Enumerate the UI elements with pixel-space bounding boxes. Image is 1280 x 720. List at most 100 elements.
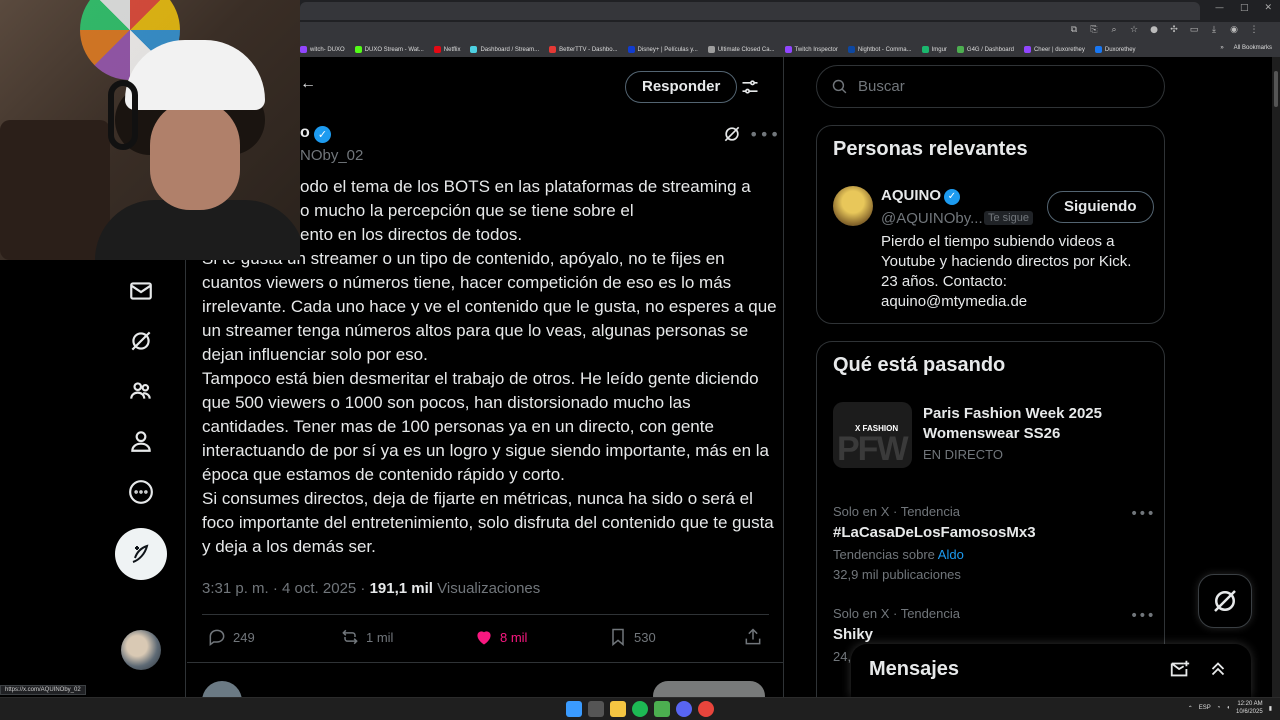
language-indicator[interactable]: ESP bbox=[1199, 705, 1211, 711]
bookmark-item[interactable]: Ultimate Closed Ca... bbox=[707, 46, 775, 53]
nav-communities[interactable] bbox=[118, 368, 164, 414]
file-explorer-icon[interactable] bbox=[610, 701, 626, 717]
download-icon[interactable]: ⤓ bbox=[1208, 25, 1220, 35]
bookmark-item[interactable]: G4G / Dashboard bbox=[956, 46, 1014, 53]
relevant-user-avatar[interactable] bbox=[833, 186, 873, 226]
tweet-timestamp[interactable]: 3:31 p. m. · 4 oct. 2025 · bbox=[202, 580, 370, 597]
share-action[interactable] bbox=[743, 627, 763, 647]
bookmark-item[interactable]: Imgur bbox=[921, 46, 947, 53]
more-bookmarks-icon[interactable]: » bbox=[1220, 45, 1223, 51]
bookmark-item[interactable]: Dashboard / Stream... bbox=[470, 46, 539, 53]
repost-action[interactable]: 1 mil bbox=[340, 627, 393, 647]
extension-icon[interactable]: ● bbox=[1148, 25, 1160, 35]
reply-button[interactable]: Responder bbox=[625, 71, 738, 103]
nav-grok[interactable] bbox=[118, 318, 164, 364]
obs-icon[interactable] bbox=[654, 701, 670, 717]
clock-time: 12:20 AM bbox=[1237, 701, 1263, 707]
bookmark-label: witch- DUXO bbox=[310, 46, 345, 53]
share-icon bbox=[745, 628, 761, 645]
trend-more-icon[interactable]: ••• bbox=[1130, 608, 1155, 624]
puzzle-icon[interactable]: ✣ bbox=[1168, 25, 1180, 35]
bookmark-favicon-icon bbox=[549, 46, 557, 53]
trends-title: Qué está pasando bbox=[833, 354, 1006, 376]
tray-chevron-icon[interactable]: ⌃ bbox=[1188, 705, 1193, 712]
grok-explain-icon[interactable] bbox=[722, 124, 742, 144]
minimize-icon[interactable]: — bbox=[1215, 3, 1224, 13]
new-message-icon[interactable] bbox=[1169, 658, 1191, 680]
bookmark-item[interactable]: Twitch Inspector bbox=[784, 46, 838, 53]
relevant-user-handle[interactable]: @AQUINOby... bbox=[881, 210, 983, 227]
maximize-icon[interactable]: □ bbox=[1240, 3, 1249, 13]
divider bbox=[202, 614, 769, 615]
taskbar-apps bbox=[566, 701, 714, 717]
trend-meta: Solo en X · Tendencia bbox=[833, 504, 960, 519]
messages-drawer[interactable]: Mensajes bbox=[851, 644, 1251, 697]
back-arrow-icon[interactable]: ← bbox=[300, 75, 316, 93]
tab-strip[interactable] bbox=[300, 2, 1200, 20]
chrome-icon[interactable] bbox=[698, 701, 714, 717]
account-avatar[interactable] bbox=[121, 630, 161, 670]
spotify-icon[interactable] bbox=[632, 701, 648, 717]
bookmark-item[interactable]: Nightbot - Comma... bbox=[847, 46, 912, 53]
discord-icon[interactable] bbox=[676, 701, 692, 717]
windows-start-icon[interactable] bbox=[566, 701, 582, 717]
bookmark-item[interactable]: Duxorethey bbox=[1094, 46, 1136, 53]
scrollbar-thumb[interactable] bbox=[1274, 71, 1278, 107]
address-bar[interactable]: ⧉ ⎘ ⌕ ☆ ● ✣ ▭ ⤓ ◉ ⋮ bbox=[300, 22, 1280, 42]
heart-icon bbox=[477, 631, 491, 645]
copy-icon[interactable]: ⎘ bbox=[1088, 25, 1100, 35]
bookmark-label: Nightbot - Comma... bbox=[857, 46, 912, 53]
more-options-icon[interactable]: ••• bbox=[749, 125, 780, 144]
page-scrollbar[interactable] bbox=[1272, 57, 1280, 697]
trend-name[interactable]: Shiky bbox=[833, 626, 873, 643]
bookmark-label: Twitch Inspector bbox=[794, 46, 838, 53]
profile-icon[interactable]: ◉ bbox=[1228, 25, 1240, 35]
chair-image bbox=[0, 120, 110, 260]
grok-floating-button[interactable] bbox=[1198, 574, 1252, 628]
search-icon[interactable] bbox=[588, 701, 604, 717]
search-input[interactable]: Buscar bbox=[816, 65, 1165, 108]
bookmark-item[interactable]: BetterTTV - Dashbo... bbox=[549, 46, 618, 53]
bookmark-item[interactable]: Cheer | duxorethey bbox=[1023, 46, 1085, 53]
bookmark-item[interactable]: Disney+ | Películas y... bbox=[627, 46, 698, 53]
headphones-image bbox=[108, 80, 138, 150]
nav-profile[interactable] bbox=[118, 418, 164, 464]
bookmark-item[interactable]: DUXO Stream - Wat... bbox=[354, 46, 424, 53]
volume-icon[interactable]: ◖ bbox=[1226, 705, 1230, 711]
author-name[interactable]: o bbox=[300, 124, 310, 142]
trend-more-icon[interactable]: ••• bbox=[1130, 506, 1155, 522]
reply-action[interactable]: 249 bbox=[207, 627, 255, 647]
trend-related-link[interactable]: Aldo bbox=[938, 547, 964, 562]
bookmark-label: Duxorethey bbox=[1104, 46, 1136, 53]
translate-icon[interactable]: ⧉ bbox=[1068, 25, 1080, 35]
compose-post-button[interactable] bbox=[115, 528, 167, 580]
relevant-user-name[interactable]: AQUINO bbox=[881, 187, 941, 204]
like-action[interactable]: 8 mil bbox=[474, 627, 527, 647]
following-button[interactable]: Siguiendo bbox=[1047, 191, 1154, 223]
bookmark-item[interactable]: witch- DUXO bbox=[300, 46, 345, 53]
trend-name[interactable]: #LaCasaDeLosFamososMx3 bbox=[833, 524, 1036, 541]
messages-actions bbox=[1169, 658, 1229, 680]
author-handle[interactable]: NOby_02 bbox=[300, 147, 363, 164]
clock[interactable]: 12:20 AM 10/6/2025 bbox=[1236, 700, 1263, 716]
status-url: https://x.com/AQUINOby_02 bbox=[0, 685, 86, 695]
filter-icon[interactable] bbox=[740, 77, 760, 97]
feather-icon bbox=[132, 544, 149, 563]
trend-feature-thumbnail[interactable]: X FASHION PFW bbox=[833, 402, 912, 468]
nav-more[interactable] bbox=[118, 469, 164, 515]
all-bookmarks[interactable]: All Bookmarks bbox=[1234, 45, 1272, 51]
sidebar-icon[interactable]: ▭ bbox=[1188, 25, 1200, 35]
notification-icon[interactable]: ▮ bbox=[1269, 705, 1272, 712]
bookmark-favicon-icon bbox=[784, 46, 792, 53]
trend-feature-title[interactable]: Paris Fashion Week 2025 Womenswear SS26 bbox=[923, 404, 1153, 444]
bookmark-item[interactable]: Netflix bbox=[433, 46, 460, 53]
close-icon[interactable]: ✕ bbox=[1264, 3, 1272, 13]
expand-up-icon[interactable] bbox=[1207, 658, 1229, 680]
nav-messages[interactable] bbox=[118, 268, 164, 314]
star-icon[interactable]: ☆ bbox=[1128, 25, 1140, 35]
wifi-icon[interactable]: ◔ bbox=[1217, 705, 1221, 711]
menu-icon[interactable]: ⋮ bbox=[1248, 25, 1260, 35]
zoom-icon[interactable]: ⌕ bbox=[1108, 25, 1120, 35]
bookmark-label: BetterTTV - Dashbo... bbox=[559, 46, 618, 53]
bookmark-action[interactable]: 530 bbox=[608, 627, 656, 647]
